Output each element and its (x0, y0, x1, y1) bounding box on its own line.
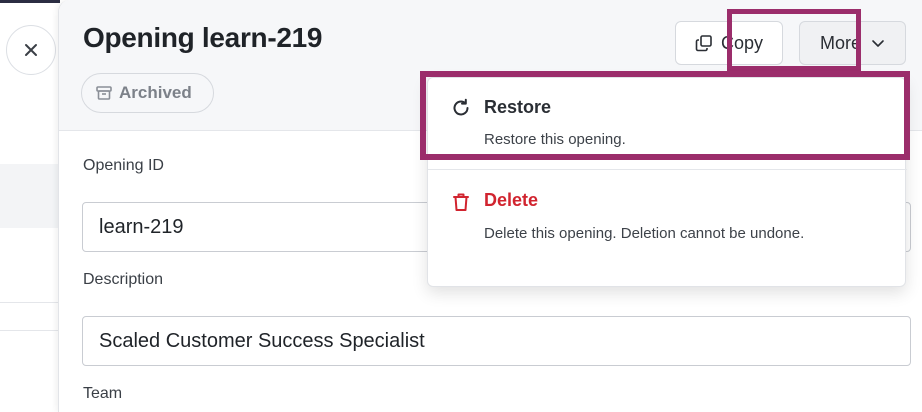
copy-button[interactable]: Copy (675, 21, 783, 65)
menu-item-delete-label: Delete (484, 190, 539, 210)
more-menu: Restore Restore this opening. Delete Del… (427, 77, 907, 288)
menu-item-delete-description: Delete this opening. Deletion cannot be … (484, 225, 805, 242)
team-label: Team (83, 385, 123, 402)
archive-icon (96, 86, 112, 100)
more-button[interactable]: More (799, 21, 906, 65)
copy-button-label: Copy (720, 32, 764, 53)
menu-item-delete[interactable]: Delete Delete this opening. Deletion can… (428, 170, 907, 288)
trash-icon (453, 193, 469, 211)
page-title: Opening learn-219 (83, 22, 323, 53)
chevron-down-icon (872, 39, 884, 47)
status-badge-label: Archived (119, 83, 192, 102)
top-bar (0, 0, 60, 3)
menu-item-restore[interactable]: Restore Restore this opening. (428, 78, 907, 169)
background-page (0, 0, 60, 412)
status-badge: Archived (81, 73, 214, 113)
row-divider (0, 302, 60, 303)
copy-icon (695, 35, 712, 52)
restore-icon (453, 98, 469, 116)
description-label: Description (83, 271, 164, 288)
menu-item-restore-description: Restore this opening. (484, 131, 626, 148)
row-divider (0, 330, 60, 331)
close-button[interactable] (6, 25, 56, 75)
table-header-band (0, 164, 60, 228)
opening-id-label: Opening ID (83, 157, 164, 174)
menu-item-restore-label: Restore (484, 97, 552, 117)
close-icon (25, 44, 37, 56)
more-button-label: More (819, 32, 861, 53)
description-field[interactable]: Scaled Customer Success Specialist (82, 316, 911, 366)
